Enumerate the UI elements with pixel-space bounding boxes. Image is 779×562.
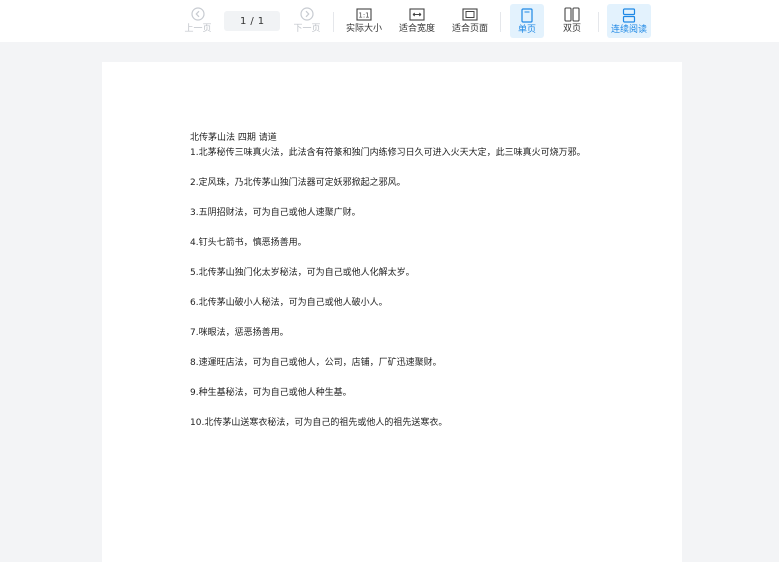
prev-page-label: 上一页 (184, 24, 212, 34)
chevron-left-icon (191, 6, 205, 22)
next-page-button[interactable]: 下一页 (291, 6, 323, 38)
svg-text:1:1: 1:1 (358, 11, 369, 19)
list-item: 6.北传茅山破小人秘法，可为自己或他人破小人。 (190, 298, 388, 308)
document-page: 北传茅山法 四期 请道 1.北茅秘传三味真火法，此法含有符篆和独门内练修习日久可… (102, 62, 682, 562)
toolbar-divider (500, 12, 501, 32)
single-page-icon (521, 7, 533, 23)
list-item: 8.速運旺店法，可为自己或他人，公司，店铺，厂矿迅速聚财。 (190, 358, 442, 368)
single-page-button[interactable]: 单页 (510, 4, 544, 38)
actual-size-label: 实际大小 (345, 24, 382, 34)
chevron-right-icon (300, 6, 314, 22)
toolbar-divider (598, 12, 599, 32)
continuous-reading-icon (622, 7, 636, 23)
list-item: 3.五阴招财法，可为自己或他人速聚广财。 (190, 208, 361, 218)
fit-page-button[interactable]: 适合页面 (450, 6, 490, 38)
viewer-toolbar: 上一页 1 / 1 下一页 1:1 实际大小 适合宽度 适合页面 单页 双页 连… (0, 0, 779, 42)
list-item: 10.北传茅山送寒衣秘法，可为自己的祖先或他人的祖先送寒衣。 (190, 418, 448, 428)
actual-size-icon: 1:1 (356, 6, 372, 22)
double-page-button[interactable]: 双页 (555, 6, 589, 38)
page-separator: / (250, 15, 254, 27)
page-number-box[interactable]: 1 / 1 (224, 11, 280, 31)
fit-page-label: 适合页面 (451, 24, 488, 34)
actual-size-button[interactable]: 1:1 实际大小 (344, 6, 384, 38)
fit-width-icon (409, 6, 425, 22)
list-item: 9.种生基秘法，可为自己或他人种生基。 (190, 388, 352, 398)
fit-page-icon (462, 6, 478, 22)
single-page-label: 单页 (517, 25, 536, 35)
next-page-label: 下一页 (293, 24, 321, 34)
fit-width-label: 适合宽度 (398, 24, 435, 34)
document-title: 北传茅山法 四期 请道 (190, 133, 277, 143)
double-page-icon (564, 6, 580, 22)
continuous-reading-label: 连续阅读 (610, 25, 647, 35)
toolbar-divider (333, 12, 334, 32)
list-item: 2.定风珠，乃北传茅山独门法器可定妖邪掀起之邪风。 (190, 178, 406, 188)
document-content: 北传茅山法 四期 请道 1.北茅秘传三味真火法，此法含有符篆和独门内练修习日久可… (190, 131, 605, 431)
page-total: 1 (257, 15, 265, 27)
double-page-label: 双页 (562, 24, 581, 34)
page-current: 1 (239, 15, 247, 27)
fit-width-button[interactable]: 适合宽度 (397, 6, 437, 38)
continuous-reading-button[interactable]: 连续阅读 (607, 4, 651, 38)
list-item: 5.北传茅山独门化太岁秘法，可为自己或他人化解太岁。 (190, 268, 415, 278)
list-item: 4.钉头七箭书，慎⁠恶扬善用。 (190, 238, 307, 248)
list-item: 7.咪眼法，惩恶扬善用。 (190, 328, 289, 338)
prev-page-button[interactable]: 上一页 (182, 6, 214, 38)
list-item: 1.北茅秘传三味真火法，此法含有符篆和独门内练修习日久可进入火天大定，此三味真火… (190, 148, 586, 158)
